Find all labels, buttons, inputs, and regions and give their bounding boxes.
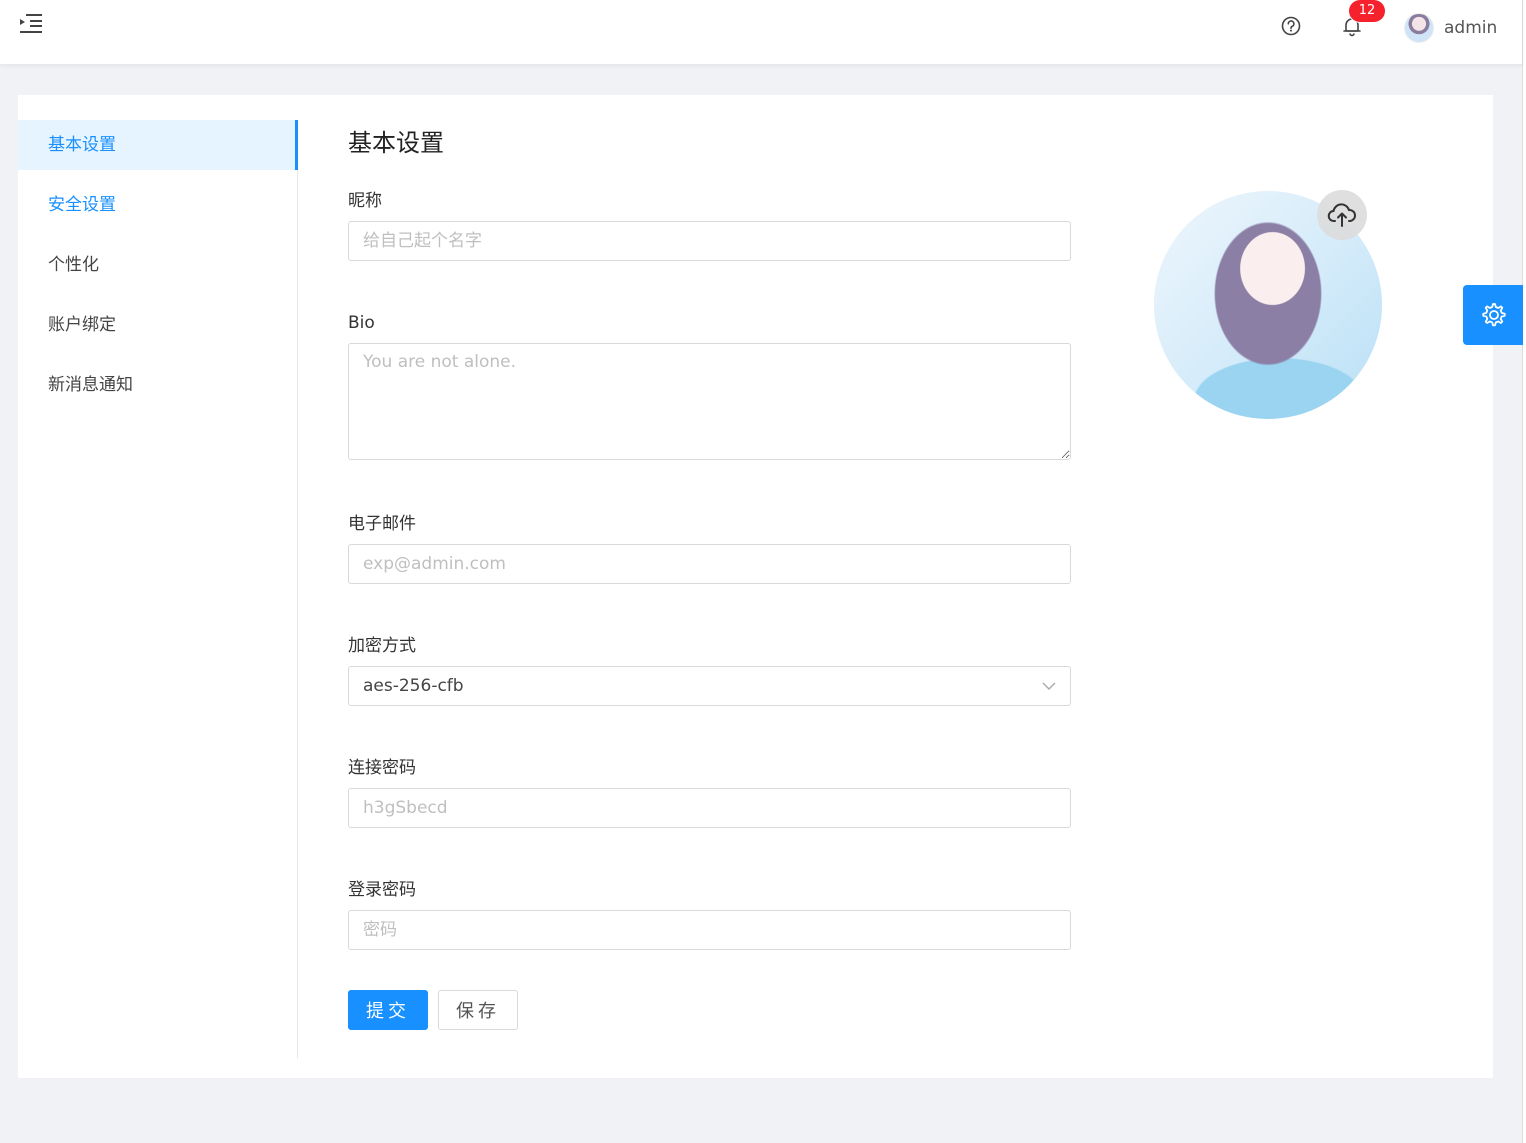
menu-item-security-settings[interactable]: 安全设置: [18, 180, 297, 230]
login-password-label: 登录密码: [348, 880, 416, 900]
question-circle-icon[interactable]: [1280, 15, 1302, 37]
email-label: 电子邮件: [348, 514, 416, 534]
page-title: 基本设置: [348, 129, 444, 157]
save-button[interactable]: 保存: [438, 990, 518, 1030]
upload-icon[interactable]: [1317, 190, 1367, 240]
user-menu[interactable]: admin: [1404, 12, 1497, 44]
encryption-select[interactable]: aes-256-cfb: [348, 666, 1071, 706]
window-edge: [1522, 0, 1526, 1143]
settings-gear-button[interactable]: [1463, 285, 1523, 345]
menu-item-personalization[interactable]: 个性化: [18, 240, 297, 290]
settings-menu: 基本设置 安全设置 个性化 账户绑定 新消息通知: [18, 120, 298, 1058]
email-input[interactable]: [348, 544, 1071, 584]
menu-fold-icon[interactable]: [18, 12, 44, 34]
username: admin: [1444, 18, 1498, 38]
encryption-label: 加密方式: [348, 636, 416, 656]
top-header: 12 admin: [0, 0, 1522, 65]
avatar: [1404, 13, 1434, 43]
bio-textarea[interactable]: [348, 343, 1071, 460]
notification-badge: 12: [1349, 0, 1385, 22]
settings-form: 基本设置 昵称 Bio 电子邮件 加密方式 aes-256-cfb 连接密码: [348, 127, 1078, 1030]
chevron-down-icon: [1042, 682, 1056, 690]
connect-password-label: 连接密码: [348, 758, 416, 778]
nickname-input[interactable]: [348, 221, 1071, 261]
nickname-label: 昵称: [348, 191, 382, 211]
gear-icon: [1482, 303, 1506, 327]
submit-button[interactable]: 提交: [348, 990, 428, 1030]
menu-item-notifications[interactable]: 新消息通知: [18, 360, 297, 410]
menu-item-account-binding[interactable]: 账户绑定: [18, 300, 297, 350]
login-password-input[interactable]: [348, 910, 1071, 950]
menu-item-basic-settings[interactable]: 基本设置: [18, 120, 298, 170]
bio-label: Bio: [348, 313, 375, 333]
encryption-value: aes-256-cfb: [363, 676, 464, 696]
settings-card: 基本设置 安全设置 个性化 账户绑定 新消息通知 基本设置 昵称 Bio 电子邮…: [18, 95, 1493, 1078]
connect-password-input[interactable]: [348, 788, 1071, 828]
